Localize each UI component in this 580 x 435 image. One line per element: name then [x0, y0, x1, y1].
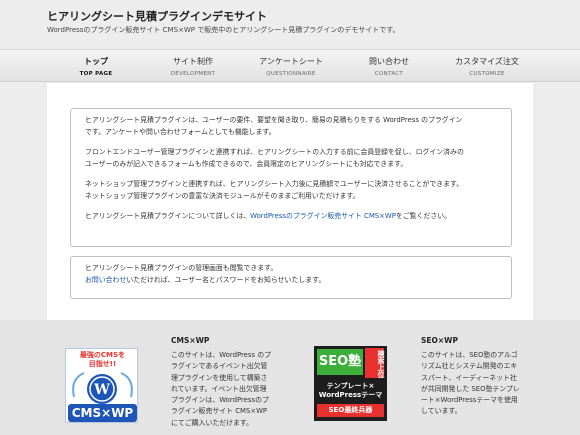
feature-line: れています。イベント出欠管理	[171, 384, 267, 393]
paragraph-line: フロントエンドユーザー管理プラグインと連携すれば、ヒアリングシートの入力する前に…	[85, 148, 464, 156]
nav-item-contact[interactable]: 問い合わせ CONTACT	[339, 56, 439, 77]
nav-item-label: カスタマイズ注文	[455, 57, 519, 66]
intro-paragraph: ヒアリングシート見積プラグインは、ユーザーの要件、要望を聞き取り、簡易の見積もり…	[85, 115, 499, 138]
seo-badge: 検索上位	[365, 348, 385, 378]
seo-feature-text: このサイトは、SEO塾のアルゴ リズム社とシステム開発のエキ スパート、イーディ…	[421, 350, 546, 418]
nav-item-sublabel: CUSTOMIZE	[469, 71, 505, 77]
details-text-end: をご覧ください。	[395, 212, 452, 220]
nav-item-label: アンケートシート	[259, 57, 323, 66]
feature-line: このサイトは、SEO塾のアルゴ	[421, 351, 518, 359]
cms-wp-link[interactable]: WordPressのプラグイン販売サイト CMS×WP	[250, 212, 396, 220]
seo-juku-banner[interactable]: SEO塾 検索上位 テンプレート× WordPressテーマ SEO最終兵器	[314, 346, 387, 421]
seo-banner-line: WordPressテーマ	[318, 391, 383, 399]
feature-line: にてご購入いただけます。	[171, 418, 253, 427]
netshop-paragraph: ネットショップ管理プラグインと連携すれば、ヒアリングシート入力後に見積額でユーザ…	[85, 179, 499, 202]
svg-text:W: W	[93, 382, 110, 398]
main-nav: トップ TOP PAGE サイト制作 DEVELOPMENT アンケートシート …	[0, 49, 580, 82]
details-paragraph: ヒアリングシート見積プラグインについて詳しくは、WordPressのプラグイン販…	[85, 211, 499, 223]
nav-item-questionnaire[interactable]: アンケートシート QUESTIONNAIRE	[241, 56, 341, 77]
seo-banner-line: テンプレート×	[326, 382, 375, 390]
feature-line: 理プラグインを使用して構築さ	[171, 373, 268, 382]
feature-line: が共同開発した SEO塾テンプレ	[421, 384, 520, 393]
frontend-paragraph: フロントエンドユーザー管理プラグインと連携すれば、ヒアリングシートの入力する前に…	[85, 147, 499, 170]
nav-item-customize[interactable]: カスタマイズ注文 CUSTOMIZE	[437, 56, 537, 77]
feature-line: ート×WordPressテーマを使用	[421, 396, 518, 405]
banner-logo-text: CMS×WP	[68, 404, 137, 422]
nav-item-top[interactable]: トップ TOP PAGE	[46, 56, 146, 77]
main-content: ヒアリングシート見積プラグインは、ユーザーの要件、要望を聞き取り、簡易の見積もり…	[47, 83, 533, 320]
feature-line: ラグイン販売サイト CMS×WP	[171, 407, 268, 416]
nav-item-development[interactable]: サイト制作 DEVELOPMENT	[143, 56, 243, 77]
admin-text: ヒアリングシート見積プラグインの管理画面も閲覧できます。	[85, 264, 278, 272]
feature-line: このサイトは、WordPress のプ	[171, 351, 272, 359]
paragraph-line: ユーザーのみが記入できるフォームも作成できるので、会員限定のヒアリングシートにも…	[85, 159, 408, 168]
nav-item-label: トップ	[84, 57, 108, 66]
admin-info-box: ヒアリングシート見積プラグインの管理画面も閲覧できます。 お問い合わせいただけれ…	[70, 256, 512, 299]
paragraph-line: ネットショップ管理プラグインの豊富な決済モジュールがそのままご利用いただけます。	[85, 191, 360, 200]
paragraph-line: ヒアリングシート見積プラグインは、ユーザーの要件、要望を聞き取り、簡易の見積もり…	[85, 116, 463, 124]
seo-banner-bottom: SEO最終兵器	[317, 404, 384, 417]
site-header: ヒアリングシート見積プラグインデモサイト WordPressのプラグイン販売サイ…	[0, 0, 580, 48]
details-text: ヒアリングシート見積プラグインについて詳しくは、	[85, 212, 251, 220]
feature-line: スパート、イーディーネット社	[421, 373, 517, 382]
plugin-description-box: ヒアリングシート見積プラグインは、ユーザーの要件、要望を聞き取り、簡易の見積もり…	[70, 108, 512, 247]
paragraph-line: です。アンケートや問い合わせフォームとしても機能します。	[85, 127, 276, 136]
feature-line: しています。	[421, 407, 462, 416]
cms-feature-title: CMS×WP	[171, 336, 210, 345]
footer: 最強のCMSを 目指せ!! W CMS×WP CMS×WP このサイトは、Wor…	[0, 320, 580, 435]
nav-item-label: サイト制作	[173, 57, 213, 66]
nav-item-sublabel: QUESTIONNAIRE	[266, 71, 316, 77]
nav-item-label: 問い合わせ	[369, 57, 409, 66]
admin-text-end: いただければ、ユーザー名とパスワードをお知らせいたします。	[126, 275, 326, 284]
contact-link[interactable]: お問い合わせ	[85, 276, 126, 284]
nav-item-sublabel: CONTACT	[374, 71, 404, 77]
nav-item-sublabel: TOP PAGE	[79, 71, 113, 77]
feature-line: リズム社とシステム開発のエキ	[421, 362, 518, 371]
feature-line: プラグインは、WordPressのプ	[171, 396, 269, 405]
paragraph-line: ネットショップ管理プラグインと連携すれば、ヒアリングシート入力後に見積額でユーザ…	[85, 180, 464, 188]
seo-logo: SEO塾	[317, 349, 363, 375]
site-title[interactable]: ヒアリングシート見積プラグインデモサイト	[47, 8, 267, 24]
cms-feature-text: このサイトは、WordPress のプ ラグインであるイベント出欠管 理プラグイ…	[171, 350, 296, 429]
seo-feature-title: SEO×WP	[421, 336, 458, 345]
cms-wp-banner[interactable]: 最強のCMSを 目指せ!! W CMS×WP	[65, 348, 138, 423]
feature-line: ラグインであるイベント出欠管	[171, 362, 268, 371]
nav-item-sublabel: DEVELOPMENT	[170, 71, 216, 77]
site-tagline: WordPressのプラグイン販売サイト CMS×WP で販売中のヒアリングシー…	[47, 26, 400, 34]
